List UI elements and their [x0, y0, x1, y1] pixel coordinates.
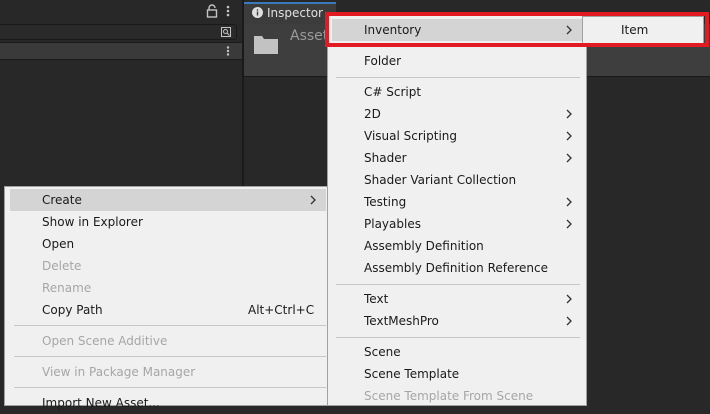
menu-item-open-scene-additive[interactable]: Open Scene Additive: [10, 330, 326, 352]
chevron-right-icon: [566, 197, 572, 207]
menu-separator: [336, 284, 580, 285]
menu-item-assembly-definition[interactable]: Assembly Definition: [332, 235, 582, 257]
inspector-tab-label: Inspector: [267, 6, 323, 20]
tab-inspector[interactable]: Inspector: [244, 2, 336, 24]
menu-separator: [14, 325, 326, 326]
project-toolbar: [0, 42, 242, 60]
menu-item-assembly-definition-reference[interactable]: Assembly Definition Reference: [332, 257, 582, 279]
info-icon: [252, 7, 263, 18]
menu-item-csharp-script[interactable]: C# Script: [332, 81, 582, 103]
folder-icon: [254, 36, 278, 54]
menu-separator: [336, 77, 580, 78]
menu-item-create[interactable]: Create: [10, 189, 326, 211]
menu-separator: [14, 356, 326, 357]
menu-item-copy-path[interactable]: Copy Path Alt+Ctrl+C: [10, 299, 326, 321]
menu-item-scene-template[interactable]: Scene Template: [332, 363, 582, 385]
menu-item-view-in-package-manager[interactable]: View in Package Manager: [10, 361, 326, 383]
more-options-icon[interactable]: [224, 4, 232, 18]
search-by-type-icon[interactable]: [220, 26, 232, 38]
menu-item-shader[interactable]: Shader: [332, 147, 582, 169]
menu-item-shader-variant-collection[interactable]: Shader Variant Collection: [332, 169, 582, 191]
menu-item-folder[interactable]: Folder: [332, 50, 582, 72]
menu-item-playables[interactable]: Playables: [332, 213, 582, 235]
chevron-right-icon: [566, 131, 572, 141]
toolbar-options-icon[interactable]: [224, 45, 232, 57]
menu-item-show-in-explorer[interactable]: Show in Explorer: [10, 211, 326, 233]
create-submenu: Inventory Folder C# Script 2D Visual Scr…: [327, 14, 587, 406]
project-context-menu: Create Show in Explorer Open Delete Rena…: [4, 186, 329, 410]
menu-item-scene[interactable]: Scene: [332, 341, 582, 363]
menu-separator: [14, 387, 326, 388]
menu-item-scene-template-from-scene[interactable]: Scene Template From Scene: [332, 385, 582, 407]
menu-item-2d[interactable]: 2D: [332, 103, 582, 125]
copy-path-shortcut: Alt+Ctrl+C: [248, 303, 315, 317]
project-search-input[interactable]: [0, 24, 237, 40]
chevron-right-icon: [566, 294, 572, 304]
chevron-right-icon: [566, 316, 572, 326]
project-search-row: [0, 22, 242, 42]
chevron-right-icon: [566, 219, 572, 229]
menu-item-rename[interactable]: Rename: [10, 277, 326, 299]
chevron-right-icon: [566, 109, 572, 119]
menu-item-visual-scripting[interactable]: Visual Scripting: [332, 125, 582, 147]
menu-item-open[interactable]: Open: [10, 233, 326, 255]
menu-item-testing[interactable]: Testing: [332, 191, 582, 213]
menu-item-import-new-asset[interactable]: Import New Asset...: [10, 392, 326, 414]
menu-separator: [336, 337, 580, 338]
menu-item-text[interactable]: Text: [332, 288, 582, 310]
lock-icon[interactable]: [206, 4, 218, 18]
menu-item-textmeshpro[interactable]: TextMeshPro: [332, 310, 582, 332]
chevron-right-icon: [310, 195, 316, 205]
menu-item-delete[interactable]: Delete: [10, 255, 326, 277]
project-tab-bar: [0, 0, 242, 22]
chevron-right-icon: [566, 153, 572, 163]
highlight-annotation: [325, 12, 709, 47]
asset-name: Asset: [290, 28, 329, 44]
